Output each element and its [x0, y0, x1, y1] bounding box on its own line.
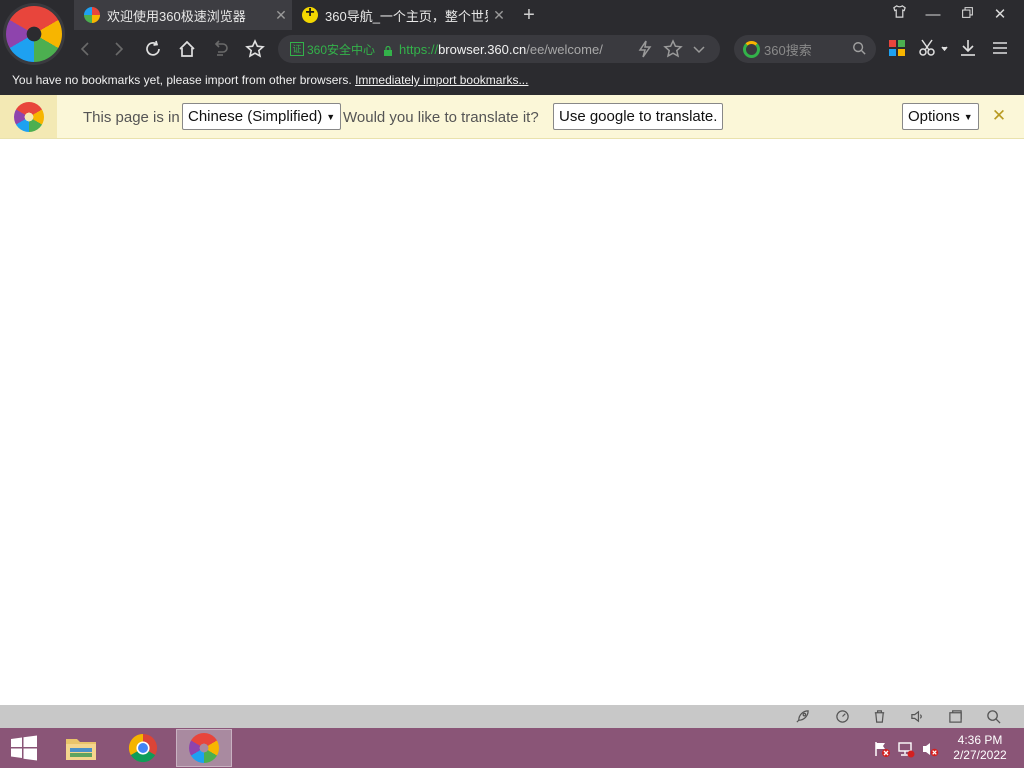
language-select[interactable]: Chinese (Simplified) ▼ [182, 103, 342, 130]
download-icon[interactable] [958, 38, 978, 58]
action-center-flag-icon[interactable] [873, 740, 891, 758]
home-icon[interactable] [174, 36, 200, 62]
favorite-star-icon[interactable] [242, 36, 268, 62]
tab-360-nav[interactable]: 360导航_一个主页，整个世界 ✕ [292, 0, 510, 30]
minimize-icon[interactable]: — [918, 3, 948, 27]
close-translate-icon[interactable]: ✕ [990, 107, 1008, 125]
tab-title: 360导航_一个主页，整个世界 [325, 8, 488, 24]
new-tab-button[interactable]: + [518, 2, 540, 28]
bookmark-empty-message: You have no bookmarks yet, please import… [12, 73, 356, 87]
chrome-icon[interactable] [115, 729, 171, 767]
windows-start-icon[interactable] [10, 735, 38, 761]
lightning-mode-icon[interactable] [632, 36, 658, 62]
tab-close-icon[interactable]: ✕ [488, 7, 510, 24]
nav-favicon-icon [302, 4, 318, 23]
address-dropdown-icon[interactable] [686, 36, 712, 62]
reload-icon[interactable] [140, 36, 166, 62]
search-box[interactable]: 360搜索 [734, 35, 876, 63]
window-mode-icon[interactable] [946, 707, 964, 725]
tab-close-icon[interactable]: ✕ [270, 7, 292, 24]
chevron-down-icon: ▼ [326, 111, 336, 122]
translate-prefix: This page is in [83, 109, 180, 126]
bookmark-bar: You have no bookmarks yet, please import… [12, 73, 528, 87]
search-placeholder: 360搜索 [764, 42, 812, 58]
restore-icon[interactable] [952, 3, 982, 27]
360-search-logo-icon [743, 40, 760, 58]
search-icon[interactable] [852, 41, 866, 58]
page-content [0, 139, 1024, 705]
chevron-down-icon: ▼ [963, 111, 973, 122]
zoom-icon[interactable] [984, 707, 1002, 725]
browser-favicon-icon [84, 7, 100, 23]
360-browser-taskbar-icon[interactable] [176, 729, 232, 767]
menu-icon[interactable] [990, 38, 1010, 58]
file-explorer-icon[interactable] [53, 729, 109, 767]
cert-box-icon: 证 [290, 42, 304, 56]
speedometer-icon[interactable] [833, 707, 851, 725]
rocket-icon[interactable] [793, 707, 811, 725]
translate-logo [0, 95, 57, 138]
lock-icon[interactable] [383, 44, 393, 56]
trash-icon[interactable] [870, 707, 888, 725]
translate-button-label: Use google to translate. [559, 108, 718, 125]
undo-close-icon[interactable] [208, 36, 234, 62]
system-clock[interactable]: 4:36 PM 2/27/2022 [948, 733, 1012, 763]
screenshot-scissors-icon[interactable] [918, 38, 950, 58]
url-text[interactable]: https://browser.360.cn/ee/welcome/ [399, 42, 603, 57]
cert-label: 360安全中心 [307, 42, 376, 57]
language-select-value: Chinese (Simplified) [188, 108, 323, 125]
volume-icon[interactable] [908, 707, 926, 725]
forward-icon[interactable] [106, 36, 132, 62]
network-icon[interactable] [897, 740, 915, 758]
browser-logo-icon [13, 101, 44, 132]
translate-question: Would you like to translate it? [343, 109, 539, 126]
clock-date: 2/27/2022 [953, 748, 1007, 762]
skin-icon[interactable] [884, 3, 914, 27]
back-icon[interactable] [72, 36, 98, 62]
security-cert-badge[interactable]: 证 360安全中心 [290, 41, 375, 58]
browser-logo-icon[interactable] [6, 6, 62, 62]
options-button[interactable]: Options ▼ [902, 103, 979, 130]
options-button-label: Options [908, 108, 960, 125]
tab-welcome[interactable]: 欢迎使用360极速浏览器 ✕ [74, 0, 292, 30]
import-bookmarks-link[interactable]: Immediately import bookmarks... [355, 73, 528, 87]
close-window-icon[interactable]: ✕ [985, 3, 1015, 27]
translate-button[interactable]: Use google to translate. [553, 103, 724, 130]
muted-volume-icon[interactable] [921, 740, 939, 758]
address-star-icon[interactable] [660, 36, 686, 62]
apps-grid-icon[interactable] [888, 39, 906, 57]
clock-time: 4:36 PM [957, 733, 1003, 747]
tab-title: 欢迎使用360极速浏览器 [107, 8, 246, 24]
browser-logo-icon [189, 733, 219, 763]
